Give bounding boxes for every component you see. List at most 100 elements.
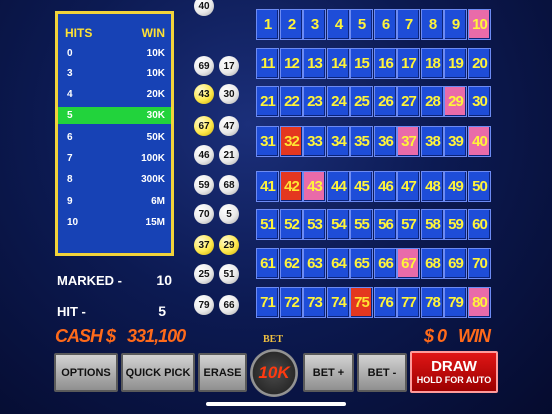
keno-number-8[interactable]: 8 [421, 9, 444, 40]
bet-plus-button[interactable]: BET + [303, 353, 354, 392]
keno-number-53[interactable]: 53 [303, 209, 326, 240]
keno-number-72[interactable]: 72 [280, 287, 303, 318]
keno-number-45[interactable]: 45 [350, 171, 373, 202]
bet-chip[interactable]: 10K [250, 349, 298, 397]
keno-number-75[interactable]: 75 [350, 287, 373, 318]
keno-number-60[interactable]: 60 [468, 209, 491, 240]
keno-number-5[interactable]: 5 [350, 9, 373, 40]
keno-number-78[interactable]: 78 [421, 287, 444, 318]
keno-number-68[interactable]: 68 [421, 248, 444, 279]
keno-number-35[interactable]: 35 [350, 126, 373, 157]
keno-number-22[interactable]: 22 [280, 86, 303, 117]
keno-number-66[interactable]: 66 [374, 248, 397, 279]
keno-number-58[interactable]: 58 [421, 209, 444, 240]
keno-number-29[interactable]: 29 [444, 86, 467, 117]
paytable-win: 10K [146, 48, 165, 59]
options-button[interactable]: OPTIONS [54, 353, 118, 392]
erase-button[interactable]: ERASE [198, 353, 247, 392]
home-indicator[interactable] [206, 402, 346, 406]
keno-number-64[interactable]: 64 [327, 248, 350, 279]
keno-number-17[interactable]: 17 [397, 48, 420, 79]
called-ball-partial: 40 [194, 0, 214, 16]
keno-number-40[interactable]: 40 [468, 126, 491, 157]
keno-number-71[interactable]: 71 [256, 287, 279, 318]
keno-number-6[interactable]: 6 [374, 9, 397, 40]
keno-number-46[interactable]: 46 [374, 171, 397, 202]
keno-number-61[interactable]: 61 [256, 248, 279, 279]
keno-number-37[interactable]: 37 [397, 126, 420, 157]
paytable-win: 300K [141, 174, 165, 185]
paytable-hits: 6 [67, 132, 73, 143]
keno-number-54[interactable]: 54 [327, 209, 350, 240]
keno-number-47[interactable]: 47 [397, 171, 420, 202]
paytable: HITS WIN 0 10K 3 10K 4 20K 5 30K 6 50K 7 100K 8 300K 9… [55, 11, 174, 256]
called-ball: 66 [219, 295, 239, 315]
keno-number-52[interactable]: 52 [280, 209, 303, 240]
keno-number-74[interactable]: 74 [327, 287, 350, 318]
keno-number-67[interactable]: 67 [397, 248, 420, 279]
called-ball: 47 [219, 116, 239, 136]
keno-number-42[interactable]: 42 [280, 171, 303, 202]
keno-number-15[interactable]: 15 [350, 48, 373, 79]
keno-number-16[interactable]: 16 [374, 48, 397, 79]
keno-number-27[interactable]: 27 [397, 86, 420, 117]
keno-number-9[interactable]: 9 [444, 9, 467, 40]
keno-number-20[interactable]: 20 [468, 48, 491, 79]
called-ball: 29 [219, 235, 239, 255]
keno-number-30[interactable]: 30 [468, 86, 491, 117]
keno-number-1[interactable]: 1 [256, 9, 279, 40]
keno-number-32[interactable]: 32 [280, 126, 303, 157]
keno-number-79[interactable]: 79 [444, 287, 467, 318]
keno-number-73[interactable]: 73 [303, 287, 326, 318]
keno-number-3[interactable]: 3 [303, 9, 326, 40]
keno-number-69[interactable]: 69 [444, 248, 467, 279]
keno-number-25[interactable]: 25 [350, 86, 373, 117]
keno-number-4[interactable]: 4 [327, 9, 350, 40]
keno-number-23[interactable]: 23 [303, 86, 326, 117]
keno-number-65[interactable]: 65 [350, 248, 373, 279]
keno-number-24[interactable]: 24 [327, 86, 350, 117]
marked-label: MARKED - [57, 273, 122, 288]
bet-minus-button[interactable]: BET - [357, 353, 407, 392]
keno-number-31[interactable]: 31 [256, 126, 279, 157]
keno-number-57[interactable]: 57 [397, 209, 420, 240]
keno-number-14[interactable]: 14 [327, 48, 350, 79]
keno-number-56[interactable]: 56 [374, 209, 397, 240]
keno-number-10[interactable]: 10 [468, 9, 491, 40]
keno-number-11[interactable]: 11 [256, 48, 279, 79]
keno-number-38[interactable]: 38 [421, 126, 444, 157]
keno-number-39[interactable]: 39 [444, 126, 467, 157]
keno-number-13[interactable]: 13 [303, 48, 326, 79]
keno-number-36[interactable]: 36 [374, 126, 397, 157]
draw-button[interactable]: DRAW HOLD FOR AUTO [410, 351, 498, 393]
keno-number-51[interactable]: 51 [256, 209, 279, 240]
keno-number-12[interactable]: 12 [280, 48, 303, 79]
keno-number-55[interactable]: 55 [350, 209, 373, 240]
keno-number-18[interactable]: 18 [421, 48, 444, 79]
keno-number-77[interactable]: 77 [397, 287, 420, 318]
keno-number-48[interactable]: 48 [421, 171, 444, 202]
quick-pick-button[interactable]: QUICK PICK [121, 353, 195, 392]
keno-number-26[interactable]: 26 [374, 86, 397, 117]
keno-number-34[interactable]: 34 [327, 126, 350, 157]
keno-number-44[interactable]: 44 [327, 171, 350, 202]
keno-number-19[interactable]: 19 [444, 48, 467, 79]
keno-number-7[interactable]: 7 [397, 9, 420, 40]
paytable-hits: 4 [67, 89, 73, 100]
keno-number-63[interactable]: 63 [303, 248, 326, 279]
keno-number-50[interactable]: 50 [468, 171, 491, 202]
keno-number-70[interactable]: 70 [468, 248, 491, 279]
keno-number-43[interactable]: 43 [303, 171, 326, 202]
keno-number-33[interactable]: 33 [303, 126, 326, 157]
keno-number-59[interactable]: 59 [444, 209, 467, 240]
keno-number-41[interactable]: 41 [256, 171, 279, 202]
keno-number-2[interactable]: 2 [280, 9, 303, 40]
keno-number-76[interactable]: 76 [374, 287, 397, 318]
keno-number-62[interactable]: 62 [280, 248, 303, 279]
paytable-hits: 9 [67, 196, 73, 207]
called-ball: 43 [194, 84, 214, 104]
keno-number-49[interactable]: 49 [444, 171, 467, 202]
keno-number-28[interactable]: 28 [421, 86, 444, 117]
keno-number-21[interactable]: 21 [256, 86, 279, 117]
keno-number-80[interactable]: 80 [468, 287, 491, 318]
